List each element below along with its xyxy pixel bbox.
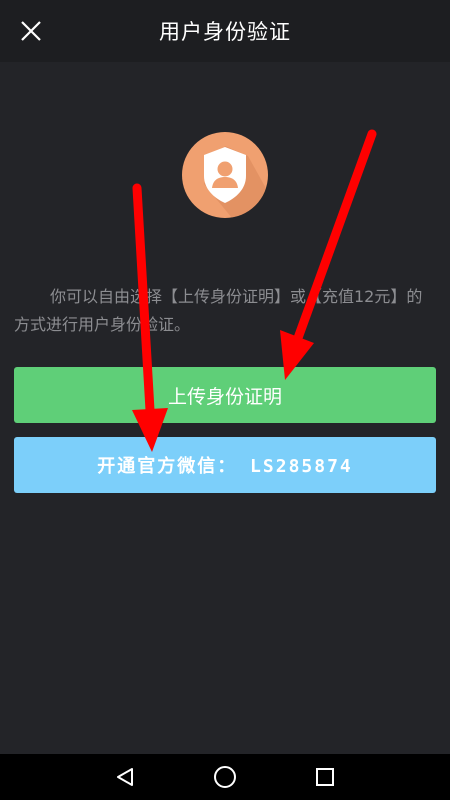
user-shield-icon <box>182 132 268 218</box>
back-button[interactable] <box>95 754 155 800</box>
title-bar: 用户身份验证 <box>0 0 450 62</box>
page-title: 用户身份验证 <box>159 20 291 44</box>
upload-id-button[interactable]: 上传身份证明 <box>14 367 436 423</box>
description-text: 你可以自由选择【上传身份证明】或【充值12元】的方式进行用户身份验证。 <box>14 287 423 334</box>
wechat-button[interactable]: 开通官方微信： LS285874 <box>14 437 436 493</box>
system-navigation-bar <box>0 754 450 800</box>
close-button[interactable] <box>10 10 52 52</box>
home-circle-icon <box>214 766 236 788</box>
home-button[interactable] <box>195 754 255 800</box>
close-icon <box>21 21 41 41</box>
avatar <box>182 132 268 218</box>
recents-square-icon <box>316 768 334 786</box>
recents-button[interactable] <box>295 754 355 800</box>
back-triangle-icon <box>117 768 133 786</box>
